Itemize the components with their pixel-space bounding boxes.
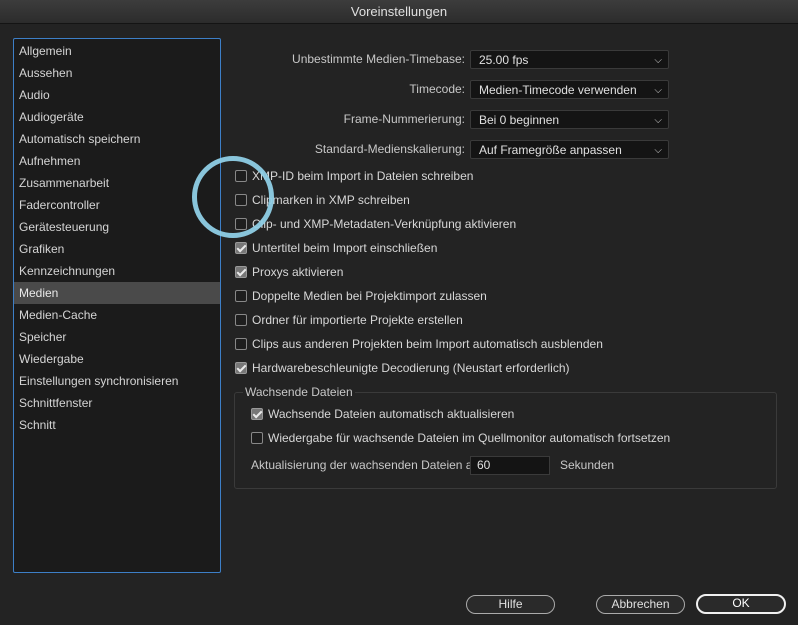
cancel-button[interactable]: Abbrechen <box>596 595 685 614</box>
auto-refresh-label: Wachsende Dateien automatisch aktualisie… <box>268 407 515 421</box>
checkbox-row-untertitel[interactable]: Untertitel beim Import einschließen <box>235 240 437 256</box>
ok-button[interactable]: OK <box>696 594 786 614</box>
chevron-down-icon: ⌵ <box>654 145 662 156</box>
sidebar-item-geraetesteuerung[interactable]: Gerätesteuerung <box>14 216 220 238</box>
frame-numbering-select[interactable]: Bei 0 beginnen ⌵ <box>470 110 669 129</box>
checkbox-row-xmp-link[interactable]: Clip- und XMP-Metadaten-Verknüpfung akti… <box>235 216 516 232</box>
sidebar-item-schnitt[interactable]: Schnitt <box>14 414 220 436</box>
help-button[interactable]: Hilfe <box>466 595 555 614</box>
auto-continue-label: Wiedergabe für wachsende Dateien im Quel… <box>268 431 671 445</box>
checkbox-row-ordner[interactable]: Ordner für importierte Projekte erstelle… <box>235 312 463 328</box>
doppelte-medien-label: Doppelte Medien bei Projektimport zulass… <box>252 289 487 303</box>
refresh-interval-input[interactable]: 60 <box>470 456 550 475</box>
checkbox-row-clips-ausblenden[interactable]: Clips aus anderen Projekten beim Import … <box>235 336 603 352</box>
sidebar-item-aussehen[interactable]: Aussehen <box>14 62 220 84</box>
xmp-link-checkbox[interactable] <box>235 218 247 230</box>
sidebar-item-fadercontroller[interactable]: Fadercontroller <box>14 194 220 216</box>
checkbox-row-auto-refresh[interactable]: Wachsende Dateien automatisch aktualisie… <box>251 406 514 422</box>
sidebar-item-einstellungen-synchronisieren[interactable]: Einstellungen synchronisieren <box>14 370 220 392</box>
sidebar-item-audio[interactable]: Audio <box>14 84 220 106</box>
sidebar-item-medien-cache[interactable]: Medien-Cache <box>14 304 220 326</box>
ordner-checkbox[interactable] <box>235 314 247 326</box>
timebase-value: 25.00 fps <box>479 53 529 67</box>
sidebar-item-speicher[interactable]: Speicher <box>14 326 220 348</box>
sidebar-item-zusammenarbeit[interactable]: Zusammenarbeit <box>14 172 220 194</box>
proxys-label: Proxys aktivieren <box>252 265 344 279</box>
timebase-label: Unbestimmte Medien-Timebase: <box>292 52 465 66</box>
untertitel-label: Untertitel beim Import einschließen <box>252 241 438 255</box>
checkbox-row-auto-continue[interactable]: Wiedergabe für wachsende Dateien im Quel… <box>251 430 670 446</box>
ordner-label: Ordner für importierte Projekte erstelle… <box>252 313 463 327</box>
growing-files-title: Wachsende Dateien <box>243 385 355 399</box>
sidebar-item-medien[interactable]: Medien <box>14 282 220 304</box>
doppelte-medien-checkbox[interactable] <box>235 290 247 302</box>
auto-refresh-checkbox[interactable] <box>251 408 263 420</box>
sidebar-item-wiedergabe[interactable]: Wiedergabe <box>14 348 220 370</box>
scaling-select[interactable]: Auf Framegröße anpassen ⌵ <box>470 140 669 159</box>
clips-ausblenden-label: Clips aus anderen Projekten beim Import … <box>252 337 603 351</box>
hardware-decoding-checkbox[interactable] <box>235 362 247 374</box>
chevron-down-icon: ⌵ <box>654 115 662 126</box>
checkbox-row-doppelte-medien[interactable]: Doppelte Medien bei Projektimport zulass… <box>235 288 487 304</box>
clipmarken-label: Clipmarken in XMP schreiben <box>252 193 410 207</box>
clips-ausblenden-checkbox[interactable] <box>235 338 247 350</box>
hardware-decoding-label: Hardwarebeschleunigte Decodierung (Neust… <box>252 361 570 375</box>
frame-numbering-label: Frame-Nummerierung: <box>343 112 465 126</box>
sidebar-item-audiogeraete[interactable]: Audiogeräte <box>14 106 220 128</box>
chevron-down-icon: ⌵ <box>654 85 662 96</box>
sidebar-item-grafiken[interactable]: Grafiken <box>14 238 220 260</box>
timecode-value: Medien-Timecode verwenden <box>479 83 637 97</box>
window-title: Voreinstellungen <box>0 0 798 24</box>
chevron-down-icon: ⌵ <box>654 55 662 66</box>
xmp-id-label: XMP-ID beim Import in Dateien schreiben <box>252 169 474 183</box>
sidebar-item-kennzeichnungen[interactable]: Kennzeichnungen <box>14 260 220 282</box>
refresh-unit-label: Sekunden <box>560 458 615 472</box>
checkbox-row-clipmarken[interactable]: Clipmarken in XMP schreiben <box>235 192 410 208</box>
checkbox-row-xmp-id[interactable]: XMP-ID beim Import in Dateien schreiben <box>235 168 473 184</box>
xmp-link-label: Clip- und XMP-Metadaten-Verknüpfung akti… <box>252 217 517 231</box>
clipmarken-checkbox[interactable] <box>235 194 247 206</box>
timecode-label: Timecode: <box>409 82 465 96</box>
auto-continue-checkbox[interactable] <box>251 432 263 444</box>
frame-numbering-value: Bei 0 beginnen <box>479 113 560 127</box>
sidebar-item-aufnehmen[interactable]: Aufnehmen <box>14 150 220 172</box>
preferences-sidebar: Allgemein Aussehen Audio Audiogeräte Aut… <box>13 38 221 573</box>
sidebar-item-automatisch-speichern[interactable]: Automatisch speichern <box>14 128 220 150</box>
checkbox-row-proxys[interactable]: Proxys aktivieren <box>235 264 343 280</box>
checkbox-row-hardware-decoding[interactable]: Hardwarebeschleunigte Decodierung (Neust… <box>235 360 570 376</box>
timebase-select[interactable]: 25.00 fps ⌵ <box>470 50 669 69</box>
untertitel-checkbox[interactable] <box>235 242 247 254</box>
scaling-label: Standard-Medienskalierung: <box>314 142 465 156</box>
proxys-checkbox[interactable] <box>235 266 247 278</box>
xmp-id-checkbox[interactable] <box>235 170 247 182</box>
sidebar-item-allgemein[interactable]: Allgemein <box>14 40 220 62</box>
scaling-value: Auf Framegröße anpassen <box>479 143 622 157</box>
refresh-interval-label: Aktualisierung der wachsenden Dateien al… <box>251 458 485 472</box>
timecode-select[interactable]: Medien-Timecode verwenden ⌵ <box>470 80 669 99</box>
sidebar-item-schnittfenster[interactable]: Schnittfenster <box>14 392 220 414</box>
